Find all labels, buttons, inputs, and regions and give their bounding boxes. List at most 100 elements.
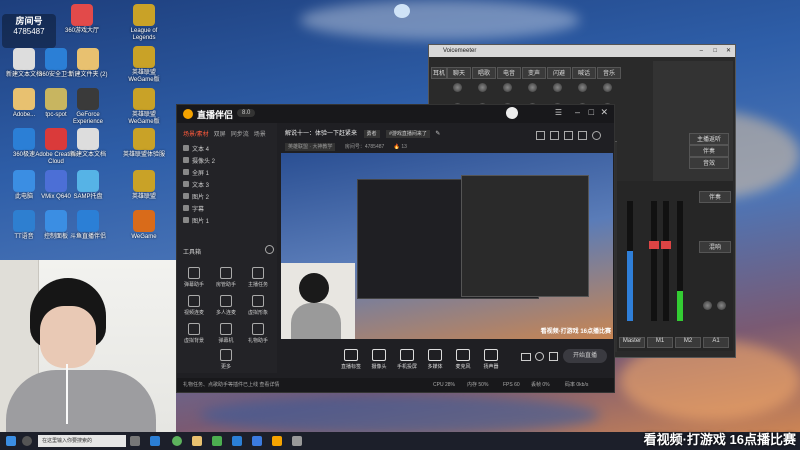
desktop-icon[interactable]: GeForce Experience xyxy=(66,88,110,126)
knob[interactable] xyxy=(453,83,462,92)
eye-icon[interactable] xyxy=(183,193,189,199)
chrome-icon[interactable] xyxy=(172,436,182,446)
version-badge[interactable]: 8.0 xyxy=(237,109,256,117)
source-item[interactable]: 字幕 xyxy=(183,205,273,216)
tab-scene[interactable]: 场景/素材 xyxy=(183,132,209,138)
channel-label[interactable]: 闪避 xyxy=(547,67,571,79)
desktop-icon[interactable]: 英雄联盟 xyxy=(122,170,166,201)
browser-icon[interactable] xyxy=(150,436,160,446)
minimize-icon[interactable]: – xyxy=(700,45,703,57)
notice-text[interactable]: 礼物任务、点歌助手等插件已上线 查看详情 xyxy=(183,382,279,388)
channel-label[interactable]: 音乐 xyxy=(597,67,621,79)
wechat-icon[interactable] xyxy=(212,436,222,446)
knob[interactable] xyxy=(528,83,537,92)
stream-preview[interactable]: 看视频·打游戏 16点播比赛 xyxy=(281,153,613,339)
knob[interactable] xyxy=(478,83,487,92)
channel-label[interactable]: 喊话 xyxy=(572,67,596,79)
desktop-icon[interactable]: SAMP托盘 xyxy=(66,170,110,201)
menu-icon[interactable]: ☰ xyxy=(555,108,562,117)
ctrl-phone[interactable]: 手机投屏 xyxy=(393,349,421,370)
chart-icon[interactable] xyxy=(549,352,558,361)
channel-label[interactable]: 电音 xyxy=(497,67,521,79)
ctrl-mic[interactable]: 麦克风 xyxy=(449,349,477,370)
title-hashtag[interactable]: #游戏直播间来了 xyxy=(386,130,430,138)
app-icon[interactable] xyxy=(272,436,282,446)
source-item[interactable]: 图片 2 xyxy=(183,193,273,204)
side-button[interactable]: 伴奏 xyxy=(689,145,729,157)
eye-icon[interactable] xyxy=(183,217,189,223)
knob[interactable] xyxy=(717,301,726,310)
close-icon[interactable]: ✕ xyxy=(726,45,731,57)
eye-icon[interactable] xyxy=(183,169,189,175)
ctrl-tag[interactable]: 直播标签 xyxy=(337,349,365,370)
folder-icon[interactable] xyxy=(192,436,202,446)
title-tag[interactable]: 勇者 xyxy=(363,130,380,138)
record-icon[interactable] xyxy=(521,353,531,361)
fader[interactable] xyxy=(627,201,633,321)
app-icon[interactable] xyxy=(232,436,242,446)
ctrl-camera[interactable]: 摄像头 xyxy=(365,349,393,370)
ctrl-media[interactable]: 多媒体 xyxy=(421,349,449,370)
desktop-icon[interactable]: 英雄联盟WeGame版 xyxy=(122,88,166,126)
screenshot-icon[interactable] xyxy=(578,131,587,140)
ctrl-speaker[interactable]: 扬声器 xyxy=(477,349,505,370)
maximize-icon[interactable]: □ xyxy=(589,107,594,117)
edit-icon[interactable]: ✎ xyxy=(435,131,440,137)
trash-icon[interactable] xyxy=(550,131,559,140)
task-view-icon[interactable] xyxy=(130,436,140,446)
source-item[interactable]: 图片 1 xyxy=(183,217,273,228)
share-icon[interactable] xyxy=(592,131,601,140)
fader[interactable] xyxy=(661,201,671,321)
desktop-icon[interactable]: 新建文件夹 (2) xyxy=(66,48,110,79)
eye-icon[interactable] xyxy=(183,157,189,163)
knob[interactable] xyxy=(553,83,562,92)
knob[interactable] xyxy=(603,83,612,92)
tab-dual[interactable]: 双屏 xyxy=(214,132,226,138)
knob[interactable] xyxy=(578,83,587,92)
desktop-icon[interactable]: 英雄联盟体验服 xyxy=(122,128,166,159)
streaming-app-window[interactable]: 直播伴侣 8.0 ☰ – □ ✕ 场景/素材 双屏 同步流 场景 文本 4 摄像头 2… xyxy=(176,104,615,393)
copy-icon[interactable] xyxy=(564,131,573,140)
avatar[interactable] xyxy=(506,107,518,119)
knob[interactable] xyxy=(703,301,712,310)
channel-label[interactable]: 耳机 xyxy=(431,67,447,79)
eye-icon[interactable] xyxy=(183,205,189,211)
side-button[interactable]: 主播返听 xyxy=(689,133,729,145)
tool-danmu[interactable]: 弹幕助手 xyxy=(179,267,209,288)
tool-manager[interactable]: 房管助手 xyxy=(211,267,241,288)
fader[interactable] xyxy=(649,201,659,321)
source-item[interactable]: 摄像头 2 xyxy=(183,157,273,168)
fader[interactable] xyxy=(677,201,683,321)
tool-task[interactable]: 主播任务 xyxy=(243,267,273,288)
category[interactable]: 英雄联盟 · 大神教学 xyxy=(285,143,336,151)
side-button[interactable]: 音效 xyxy=(689,157,729,169)
desktop-icon[interactable]: 新建文本文档 xyxy=(66,128,110,159)
tool-video-link[interactable]: 视频连麦 xyxy=(179,295,209,316)
search-icon[interactable] xyxy=(22,436,32,446)
source-item[interactable]: 全屏 1 xyxy=(183,169,273,180)
desktop-icon[interactable]: League of Legends xyxy=(122,4,166,42)
minimize-icon[interactable]: – xyxy=(575,107,580,117)
tool-multi-link[interactable]: 多人连麦 xyxy=(211,295,241,316)
desktop-icon[interactable]: WeGame xyxy=(122,210,166,241)
close-icon[interactable]: ✕ xyxy=(600,107,608,118)
tool-avatar[interactable]: 虚拟形象 xyxy=(243,295,273,316)
tool-background[interactable]: 虚拟背景 xyxy=(179,323,209,344)
timer-icon[interactable] xyxy=(535,352,544,361)
stream-title[interactable]: 解说十一：体验一下赶紧来 xyxy=(285,131,357,137)
source-item[interactable]: 文本 3 xyxy=(183,181,273,192)
eye-icon[interactable] xyxy=(183,181,189,187)
side-button[interactable]: 伴奏 xyxy=(699,191,731,203)
side-button[interactable]: 混响 xyxy=(699,241,731,253)
app-icon[interactable] xyxy=(252,436,262,446)
tab-sync[interactable]: 同步流 xyxy=(231,132,249,138)
eye-icon[interactable] xyxy=(183,145,189,151)
taskbar-search-input[interactable]: 在这里输入你要搜索的 xyxy=(38,435,126,447)
desktop-icon[interactable]: 斗鱼直播伴侣 xyxy=(66,210,110,241)
channel-label[interactable]: 变声 xyxy=(522,67,546,79)
start-live-button[interactable]: 开始直播 xyxy=(563,349,607,363)
tab-scenes[interactable]: 场景 xyxy=(254,132,266,138)
maximize-icon[interactable]: □ xyxy=(713,45,717,57)
desktop-icon[interactable]: 英雄联盟WeGame版 xyxy=(122,46,166,84)
app-icon[interactable] xyxy=(292,436,302,446)
